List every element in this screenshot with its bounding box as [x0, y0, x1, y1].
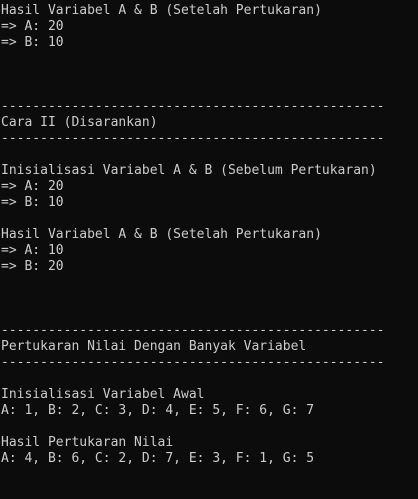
console-line: Inisialisasi Variabel Awal: [1, 387, 205, 402]
section-title: Pertukaran Nilai Dengan Banyak Variabel: [1, 339, 307, 354]
console-line: Inisialisasi Variabel A & B (Sebelum Per…: [1, 163, 377, 178]
separator-line: ----------------------------------------…: [1, 355, 385, 370]
console-line: => B: 10: [1, 35, 64, 50]
console-output[interactable]: Hasil Variabel A & B (Setelah Pertukaran…: [0, 0, 418, 499]
console-line: Hasil Pertukaran Nilai: [1, 435, 174, 450]
separator-line: ----------------------------------------…: [1, 99, 385, 114]
console-line: Hasil Variabel A & B (Setelah Pertukaran…: [1, 3, 322, 18]
console-line: Hasil Variabel A & B (Setelah Pertukaran…: [1, 227, 322, 242]
console-line: => A: 20: [1, 179, 64, 194]
console-line: A: 1, B: 2, C: 3, D: 4, E: 5, F: 6, G: 7: [1, 403, 315, 418]
separator-line: ----------------------------------------…: [1, 323, 385, 338]
console-line: => B: 10: [1, 195, 64, 210]
console-line: => B: 20: [1, 259, 64, 274]
console-line: => A: 10: [1, 243, 64, 258]
console-line: A: 4, B: 6, C: 2, D: 7, E: 3, F: 1, G: 5: [1, 451, 315, 466]
separator-line: ----------------------------------------…: [1, 131, 385, 146]
section-title: Cara II (Disarankan): [1, 115, 158, 130]
console-line: => A: 20: [1, 19, 64, 34]
